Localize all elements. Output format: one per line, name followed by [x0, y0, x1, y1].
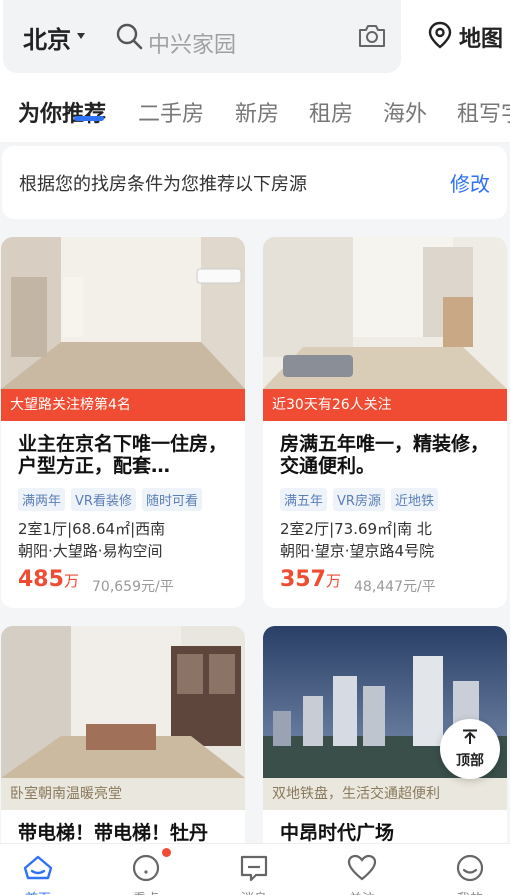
tab-recommend[interactable]: 为你推荐 [18, 96, 106, 128]
nav-discover-label: 看点 [106, 888, 186, 895]
search-icon [116, 23, 143, 50]
listing-location: 朝阳·望京·望京路4号院 [280, 542, 435, 560]
listing-location: 朝阳·大望路·易构空间 [18, 542, 163, 560]
home-icon [23, 855, 53, 880]
message-icon [240, 855, 268, 882]
listing-card[interactable]: 大望路关注榜第4名 业主在京名下唯一住房，户型方正，配套… 满两年 VR看装修 … [1, 237, 245, 608]
price-value: 357 [280, 567, 326, 592]
listing-price: 485万 [18, 567, 79, 592]
heart-icon [347, 854, 377, 881]
discover-icon [132, 854, 160, 882]
nav-profile-label: 我的 [430, 888, 510, 895]
listing-highlight-tag: 近30天有26人关注 [263, 389, 507, 421]
chevron-down-icon[interactable] [77, 33, 85, 39]
listing-photo [1, 237, 245, 389]
edit-preferences-link[interactable]: 修改 [450, 168, 490, 197]
listing-chip: VR房源 [333, 488, 385, 511]
listing-photo [263, 237, 507, 389]
listing-chips: 满五年 VR房源 近地铁 [280, 488, 438, 511]
search-box[interactable]: 北京 中兴家园 [3, 0, 401, 73]
listing-unit-price: 48,447元/平 [354, 579, 436, 595]
tab-newhome[interactable]: 新房 [235, 96, 279, 128]
listing-highlight-tag: 大望路关注榜第4名 [1, 389, 245, 421]
listing-chip: 满五年 [280, 488, 328, 511]
listing-price: 357万 [280, 567, 341, 592]
recommend-text: 根据您的找房条件为您推荐以下房源 [19, 174, 307, 195]
back-to-top-button[interactable]: 顶部 [440, 719, 500, 779]
listing-title: 中昂时代广场 [280, 822, 395, 844]
arrow-up-icon [463, 729, 477, 744]
top-bar: 北京 中兴家园 地图 [0, 0, 510, 82]
price-unit: 万 [63, 572, 79, 590]
bottom-nav: 首页 看点 消息 关注 我的 [0, 843, 510, 895]
tab-office-rent[interactable]: 租写字楼 [457, 96, 510, 128]
price-value: 485 [18, 567, 64, 592]
camera-icon[interactable] [357, 22, 387, 50]
tab-rent[interactable]: 租房 [309, 96, 353, 128]
listing-chip: VR看装修 [71, 488, 136, 511]
listing-highlight-tag: 卧室朝南温暖亮堂 [1, 778, 245, 810]
listing-chips: 满两年 VR看装修 随时可看 [18, 488, 202, 511]
listing-spec: 2室2厅|73.69㎡|南 北 [280, 520, 432, 538]
notification-dot [162, 848, 171, 857]
tab-secondhand[interactable]: 二手房 [138, 96, 204, 128]
back-to-top-label: 顶部 [456, 753, 484, 769]
profile-icon [456, 854, 484, 882]
city-selector[interactable]: 北京 [23, 20, 71, 55]
tab-active-indicator [74, 116, 104, 121]
search-input[interactable]: 中兴家园 [148, 27, 236, 59]
listing-photo [1, 626, 245, 778]
tab-overseas[interactable]: 海外 [383, 96, 427, 128]
nav-favorites-label: 关注 [322, 888, 402, 895]
listing-title: 房满五年唯一，精装修，交通便利。 [280, 433, 490, 477]
listing-chip: 随时可看 [141, 488, 202, 511]
listing-title: 带电梯！带电梯！牡丹 [18, 822, 209, 844]
listing-spec: 2室1厅|68.64㎡|西南 [18, 520, 166, 538]
map-pin-icon[interactable] [426, 20, 454, 50]
listing-card[interactable]: 卧室朝南温暖亮堂 带电梯！带电梯！牡丹 [1, 626, 245, 866]
listing-unit-price: 70,659元/平 [92, 579, 174, 595]
category-tabs: 为你推荐 二手房 新房 租房 海外 租写字楼 [0, 82, 510, 142]
listing-chip: 满两年 [18, 488, 66, 511]
nav-home-label: 首页 [0, 888, 78, 895]
nav-messages-label: 消息 [214, 888, 294, 895]
map-button[interactable]: 地图 [459, 21, 503, 53]
listing-title: 业主在京名下唯一住房，户型方正，配套… [18, 433, 228, 477]
listing-chip: 近地铁 [390, 488, 438, 511]
recommend-banner: 根据您的找房条件为您推荐以下房源 修改 [2, 146, 507, 219]
listing-highlight-tag: 双地铁盘，生活交通超便利 [263, 778, 507, 810]
listing-card[interactable]: 近30天有26人关注 房满五年唯一，精装修，交通便利。 满五年 VR房源 近地铁… [263, 237, 507, 608]
price-unit: 万 [325, 572, 341, 590]
